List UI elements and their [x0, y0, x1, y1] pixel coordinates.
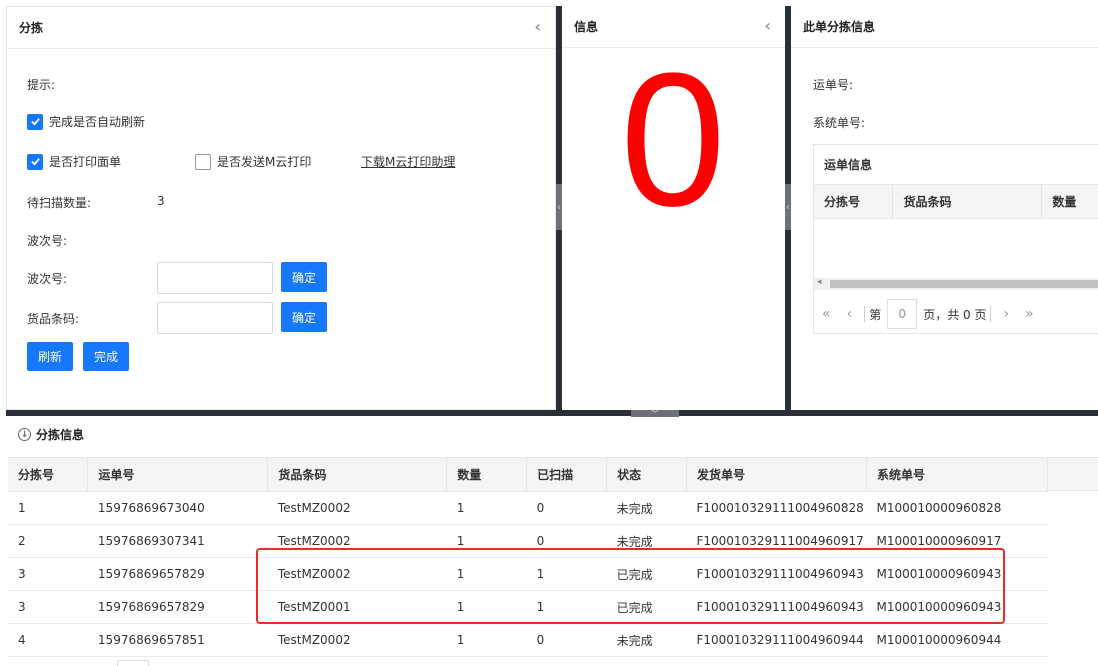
- sorting-panel-header: 分拣 ‹: [7, 7, 555, 49]
- table-cell: TestMZ0002: [267, 623, 447, 657]
- table-cell: 3: [8, 590, 88, 624]
- confirm-wave-button[interactable]: 确定: [281, 262, 327, 292]
- col-sort-no[interactable]: 分拣号: [8, 457, 89, 492]
- col-barcode[interactable]: 货品条码: [893, 185, 1043, 218]
- table-cell: 未完成: [606, 491, 687, 525]
- table-row[interactable]: 1 15976869673040 TestMZ0002 1 0 未完成 F100010329…: [8, 491, 1048, 525]
- checkbox-checked-icon[interactable]: [27, 113, 43, 130]
- confirm-barcode-button[interactable]: 确定: [281, 302, 327, 332]
- table-cell: M100010000960828: [866, 491, 1048, 525]
- table-header-filler: [1048, 457, 1098, 491]
- table-cell: 2: [8, 524, 88, 558]
- table-cell: F100010329111004960828: [686, 491, 867, 525]
- col-quantity[interactable]: 数量: [1042, 185, 1098, 218]
- scan-count-display: 0: [620, 34, 726, 246]
- table-cell: 3: [8, 557, 88, 591]
- pending-count-value: 3: [157, 194, 165, 208]
- checkbox-unchecked-icon[interactable]: [195, 153, 211, 170]
- table-cell: 0: [526, 491, 607, 525]
- waybill-info-table: 运单信息 分拣号 货品条码 数量 ◂ « ‹ 第 0 页，共 0 页 › »: [813, 144, 1098, 334]
- barcode-input[interactable]: [157, 302, 273, 334]
- table-cell: 未完成: [606, 623, 687, 657]
- col-sort-no[interactable]: 分拣号: [814, 185, 894, 218]
- hint-label: 提示:: [27, 78, 56, 92]
- footer-box: [117, 660, 149, 666]
- table-cell: F100010329111004960944: [686, 623, 867, 657]
- col-barcode[interactable]: 货品条码: [267, 457, 448, 492]
- waybill-label: 运单号:: [813, 78, 854, 92]
- waybill-info-header: 分拣号 货品条码 数量: [814, 185, 1098, 219]
- pagination: « ‹ 第 0 页，共 0 页 › »: [814, 295, 1098, 333]
- collapse-info-icon[interactable]: ‹: [764, 18, 771, 34]
- scroll-left-icon[interactable]: ◂: [817, 277, 822, 287]
- splitter-horizontal[interactable]: [6, 410, 1098, 416]
- collapse-circle-down-icon[interactable]: ↓: [18, 428, 31, 441]
- col-status[interactable]: 状态: [606, 457, 687, 492]
- col-scanned[interactable]: 已扫描: [526, 457, 608, 492]
- wave-number-display-label: 波次号:: [27, 234, 68, 248]
- table-cell: 15976869673040: [87, 491, 268, 525]
- col-system-no[interactable]: 系统单号: [866, 457, 1049, 492]
- print-sheet-checkbox[interactable]: 是否打印面单: [27, 153, 121, 170]
- send-cloud-checkbox[interactable]: 是否发送M云打印: [195, 153, 311, 170]
- system-number-label: 系统单号:: [813, 116, 866, 130]
- barcode-label: 货品条码:: [27, 312, 80, 326]
- table-cell: TestMZ0002: [267, 491, 447, 525]
- last-page-icon[interactable]: »: [1017, 306, 1042, 322]
- table-cell: 4: [8, 623, 88, 657]
- auto-refresh-label: 完成是否自动刷新: [49, 115, 146, 129]
- wave-number-input[interactable]: [157, 262, 273, 294]
- pager-separator: [990, 306, 992, 322]
- table-cell: 15976869657851: [87, 623, 268, 657]
- table-row[interactable]: 4 15976869657851 TestMZ0002 1 0 未完成 F100010329…: [8, 623, 1048, 657]
- table-cell: 15976869307341: [87, 524, 268, 558]
- collapse-left-icon[interactable]: ‹: [534, 19, 541, 35]
- table-cell: 1: [8, 491, 88, 525]
- table-cell: 0: [526, 623, 607, 657]
- table-cell: M100010000960944: [866, 623, 1048, 657]
- page-number-input[interactable]: 0: [887, 299, 918, 329]
- pager-prefix: 第: [869, 307, 882, 322]
- table-cell: 15976869657829: [87, 590, 268, 624]
- info-panel-title: 信息: [574, 20, 599, 34]
- sorting-info-header[interactable]: ↓ 分拣信息: [18, 426, 84, 443]
- refresh-button[interactable]: 刷新: [27, 342, 73, 371]
- send-cloud-label: 是否发送M云打印: [217, 155, 312, 169]
- print-sheet-label: 是否打印面单: [49, 155, 122, 169]
- download-assistant-link[interactable]: 下载M云打印助理: [361, 153, 455, 170]
- table-cell: 15976869657829: [87, 557, 268, 591]
- pager-suffix: 页，共 0 页: [923, 307, 987, 322]
- waybill-info-title: 运单信息: [814, 145, 1098, 185]
- detail-panel-title: 此单分拣信息: [803, 20, 876, 34]
- table-cell: 1: [446, 491, 527, 525]
- auto-refresh-checkbox[interactable]: 完成是否自动刷新: [27, 113, 145, 130]
- next-page-icon[interactable]: ›: [995, 306, 1017, 322]
- first-page-icon[interactable]: «: [814, 306, 839, 322]
- splitter-horizontal-grip[interactable]: ﹀: [631, 410, 679, 420]
- table-header-row: 分拣号 运单号 货品条码 数量 已扫描 状态 发货单号 系统单号: [8, 457, 1049, 492]
- col-quantity[interactable]: 数量: [446, 457, 528, 492]
- checkbox-checked-icon[interactable]: [27, 153, 43, 170]
- col-shipment-no[interactable]: 发货单号: [686, 457, 867, 492]
- sorting-panel-title: 分拣: [19, 21, 44, 35]
- table-cell: 1: [446, 623, 527, 657]
- pager-separator: [864, 306, 866, 322]
- prev-page-icon[interactable]: ‹: [839, 306, 861, 322]
- horizontal-scrollbar[interactable]: ◂: [814, 277, 1098, 290]
- wave-number-label: 波次号:: [27, 272, 68, 286]
- sorting-info-title: 分拣信息: [36, 428, 85, 442]
- detail-panel-header: 此单分拣信息: [791, 6, 1098, 48]
- highlight-box: [256, 548, 1005, 624]
- pending-count-label: 待扫描数量:: [27, 196, 92, 210]
- col-waybill[interactable]: 运单号: [87, 457, 269, 492]
- complete-button[interactable]: 完成: [83, 342, 129, 371]
- scrollbar-thumb[interactable]: [830, 280, 1098, 288]
